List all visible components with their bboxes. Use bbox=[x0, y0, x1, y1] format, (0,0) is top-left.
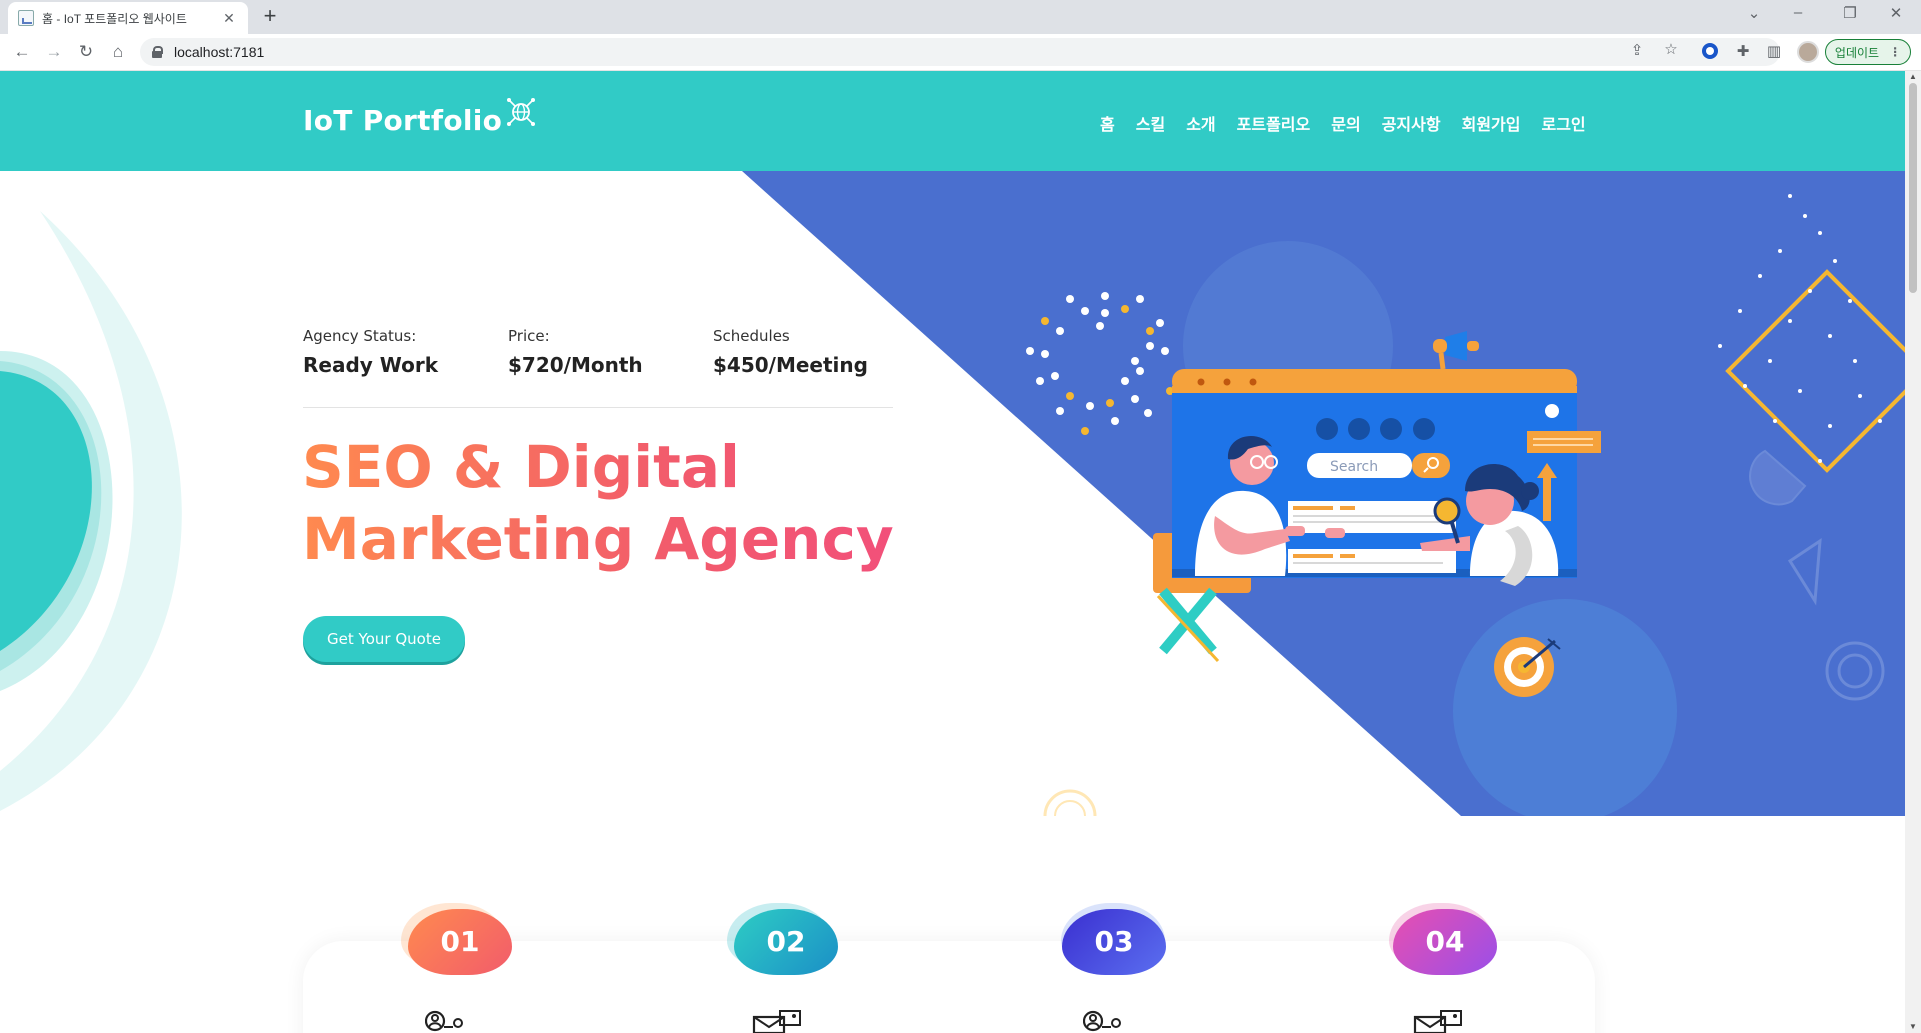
address-bar[interactable]: localhost:7181 bbox=[140, 38, 1780, 66]
url-text: localhost:7181 bbox=[174, 44, 265, 60]
illus-search-text: Search bbox=[1330, 459, 1378, 475]
back-icon[interactable]: ← bbox=[10, 40, 34, 64]
close-tab-icon[interactable]: ✕ bbox=[220, 10, 238, 27]
new-tab-button[interactable]: + bbox=[258, 5, 282, 29]
site-logo[interactable]: IoT Portfolio bbox=[303, 104, 502, 137]
kebab-menu-icon: ⋮ bbox=[1889, 45, 1902, 59]
nav-login[interactable]: 로그인 bbox=[1541, 111, 1585, 135]
step-badge-02: 02 bbox=[734, 909, 838, 975]
restore-button[interactable]: ❐ bbox=[1830, 4, 1870, 22]
nav-notice[interactable]: 공지사항 bbox=[1382, 111, 1441, 135]
scrollbar-thumb[interactable] bbox=[1909, 83, 1917, 293]
browser-toolbar: ← → ↻ ⌂ localhost:7181 ⇪ ☆ ✚ ▥ 업데이트 ⋮ bbox=[0, 34, 1921, 71]
lock-icon bbox=[152, 46, 163, 58]
bookmark-star-icon[interactable]: ☆ bbox=[1661, 40, 1681, 58]
envelope-icon bbox=[752, 1010, 801, 1033]
minimize-button[interactable]: – bbox=[1778, 4, 1818, 21]
seo-illustration: Search bbox=[1026, 292, 1601, 697]
user-network-icon bbox=[1083, 1010, 1121, 1032]
hero-section: Agency Status: Ready Work Price: $720/Mo… bbox=[0, 171, 1905, 816]
browser-tab-strip: 홈 - IoT 포트폴리오 웹사이트 ✕ + ⌄ – ❐ ✕ bbox=[0, 0, 1921, 34]
globe-network-icon bbox=[507, 98, 535, 126]
vertical-scrollbar[interactable]: ▲ ▼ bbox=[1905, 71, 1921, 1033]
home-icon[interactable]: ⌂ bbox=[106, 40, 130, 64]
forward-icon[interactable]: → bbox=[42, 40, 66, 64]
site-header: IoT Portfolio 홈 스킬 소개 포트폴리오 문의 공지사항 회원가입… bbox=[0, 71, 1905, 171]
nav-portfolio[interactable]: 포트폴리오 bbox=[1237, 111, 1311, 135]
avatar[interactable] bbox=[1797, 41, 1819, 63]
nav-skills[interactable]: 스킬 bbox=[1136, 111, 1165, 135]
user-network-icon bbox=[425, 1010, 463, 1032]
scroll-down-icon[interactable]: ▼ bbox=[1905, 1021, 1921, 1033]
tab-search-icon[interactable]: ⌄ bbox=[1734, 4, 1774, 22]
step-badge-04: 04 bbox=[1393, 909, 1497, 975]
nav-home[interactable]: 홈 bbox=[1100, 111, 1115, 135]
nav-signup[interactable]: 회원가입 bbox=[1462, 111, 1521, 135]
scroll-up-icon[interactable]: ▲ bbox=[1905, 71, 1921, 83]
browser-tab[interactable]: 홈 - IoT 포트폴리오 웹사이트 ✕ bbox=[8, 2, 248, 34]
step-badge-03: 03 bbox=[1062, 909, 1166, 975]
reload-icon[interactable]: ↻ bbox=[74, 40, 98, 64]
page-favicon-icon bbox=[18, 10, 34, 26]
page-viewport: IoT Portfolio 홈 스킬 소개 포트폴리오 문의 공지사항 회원가입… bbox=[0, 71, 1905, 1033]
update-label: 업데이트 bbox=[1834, 45, 1880, 60]
nav-contact[interactable]: 문의 bbox=[1331, 111, 1360, 135]
envelope-icon bbox=[1413, 1010, 1462, 1033]
side-panel-icon[interactable]: ▥ bbox=[1764, 42, 1784, 62]
extension-icon[interactable] bbox=[1700, 42, 1720, 62]
share-icon[interactable]: ⇪ bbox=[1627, 41, 1647, 59]
step-badge-01: 01 bbox=[408, 909, 512, 975]
tab-title: 홈 - IoT 포트폴리오 웹사이트 bbox=[42, 11, 187, 26]
close-window-button[interactable]: ✕ bbox=[1876, 4, 1916, 22]
nav-about[interactable]: 소개 bbox=[1186, 111, 1215, 135]
puzzle-icon[interactable]: ✚ bbox=[1733, 42, 1753, 62]
update-button[interactable]: 업데이트 ⋮ bbox=[1825, 39, 1911, 65]
main-nav: 홈 스킬 소개 포트폴리오 문의 공지사항 회원가입 로그인 bbox=[1100, 111, 1586, 135]
